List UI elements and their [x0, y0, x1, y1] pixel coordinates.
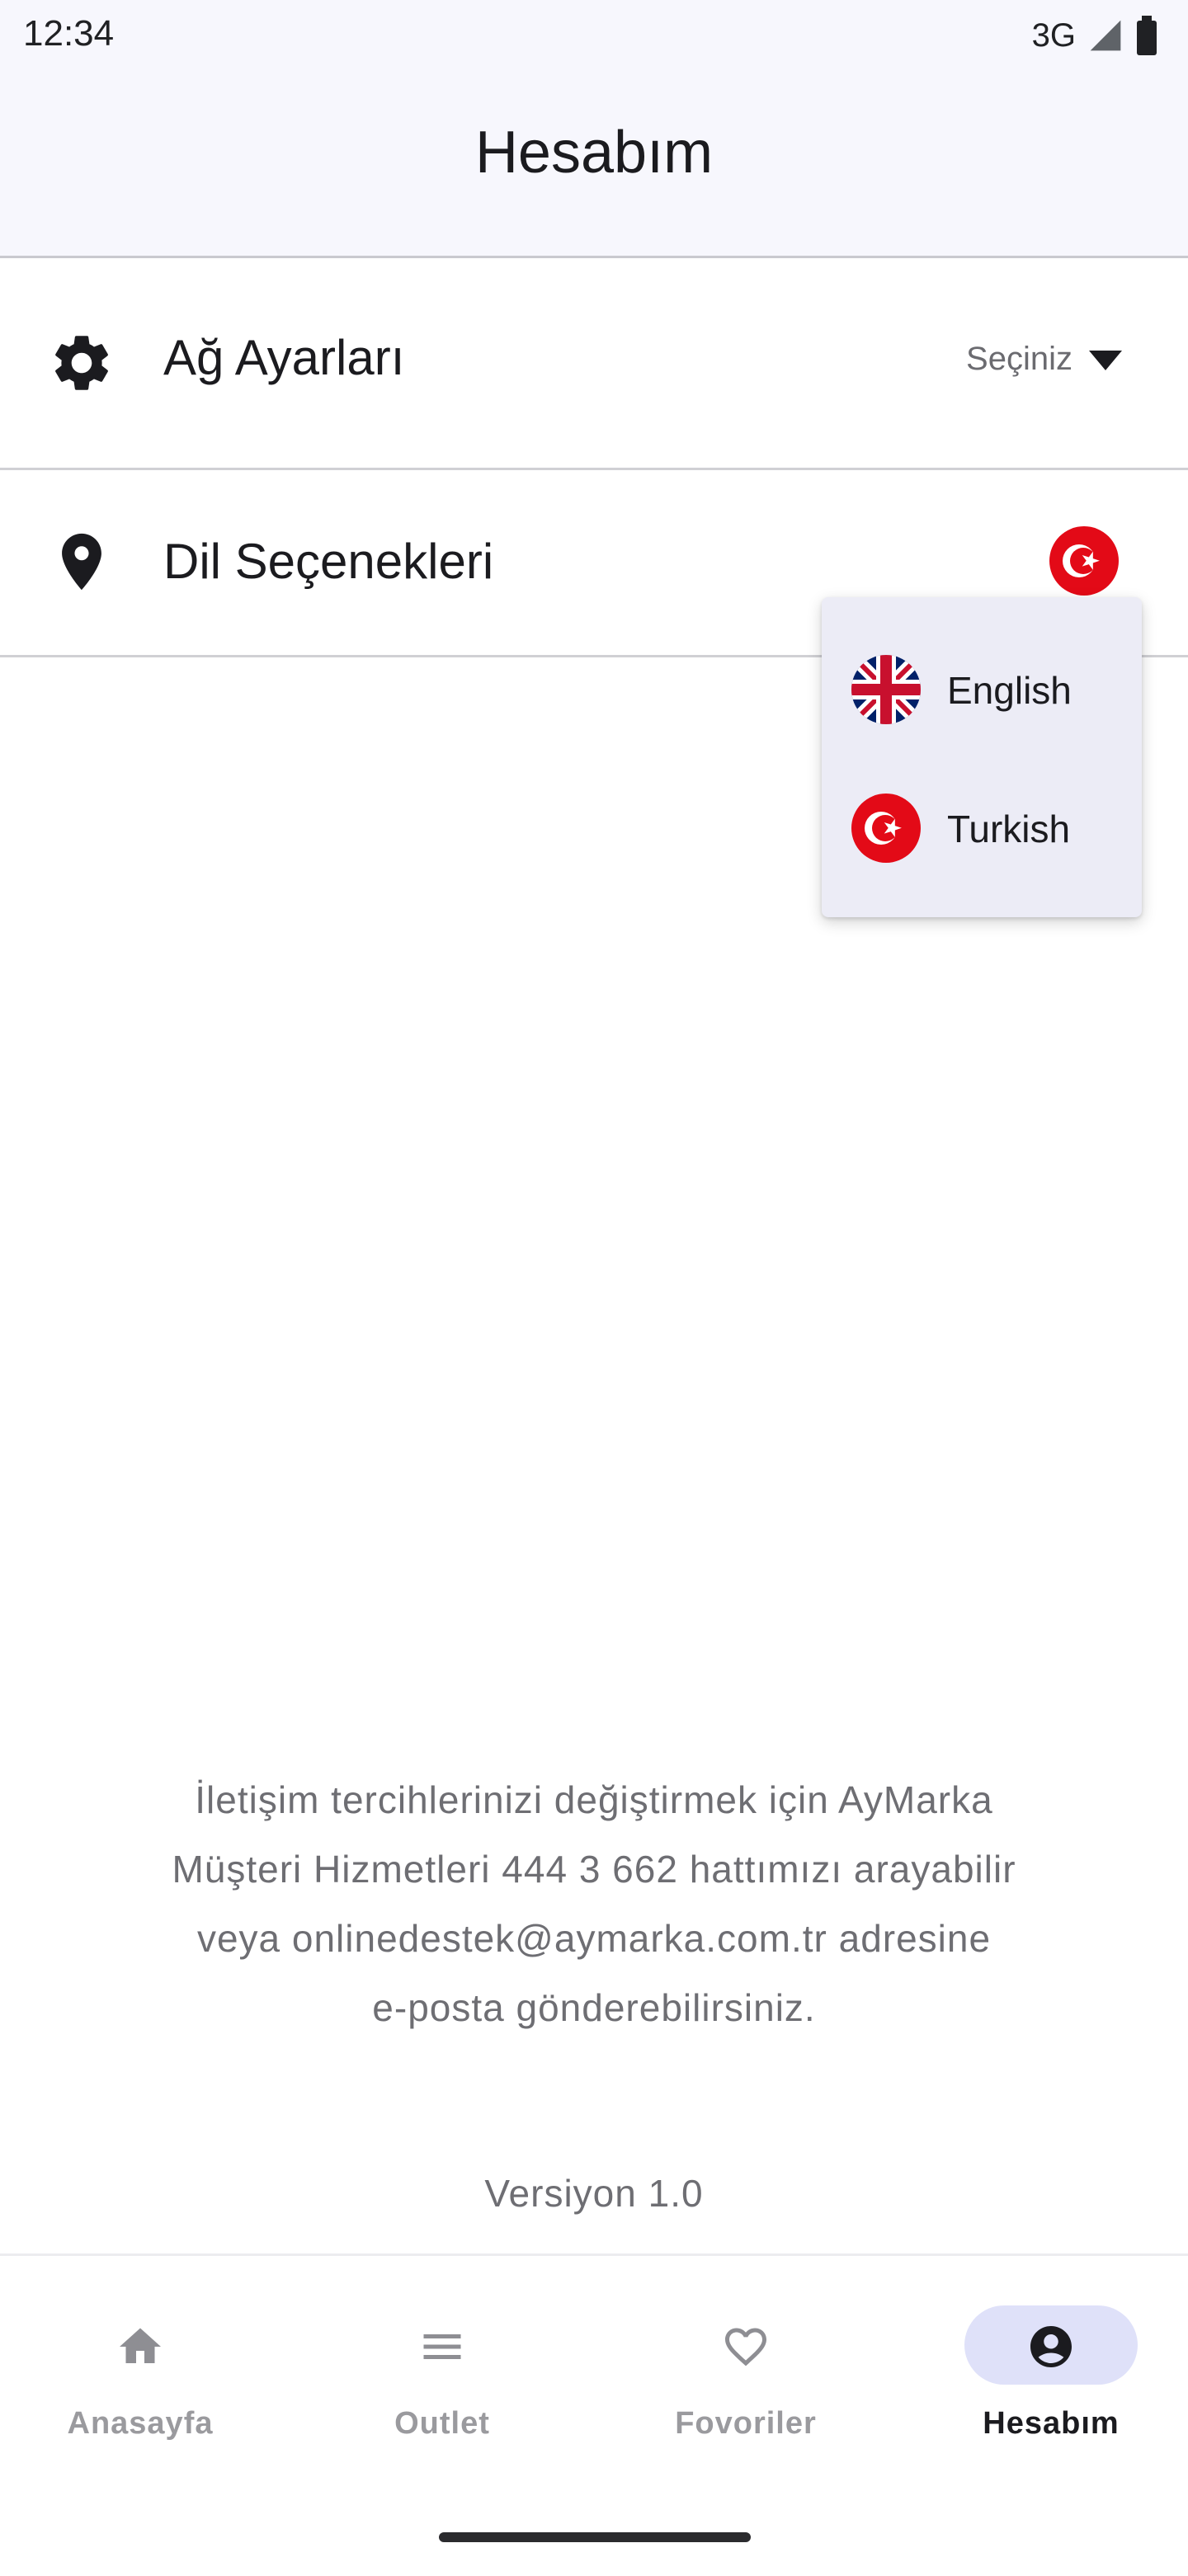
battery-icon: [1137, 16, 1157, 55]
contact-info-text: İletişim tercihlerinizi değiştirmek için…: [99, 1765, 1089, 2042]
network-type: 3G: [1031, 16, 1076, 54]
nav-label: Fovoriler: [675, 2406, 817, 2441]
language-options-label: Dil Seçenekleri: [163, 534, 494, 589]
home-icon: [120, 2328, 161, 2363]
info-line: veya onlinedestek@aymarka.com.tr adresin…: [196, 1917, 992, 1960]
signal-icon: [1090, 20, 1121, 51]
network-select-value[interactable]: Seçiniz: [966, 341, 1072, 378]
uk-flag-icon: [851, 655, 921, 724]
bottom-navigation: Anasayfa Outlet Fovoriler Hesabım: [0, 2253, 1188, 2576]
nav-item-account[interactable]: Hesabım: [927, 2305, 1175, 2454]
menu-icon: [423, 2334, 461, 2359]
app-bar: Hesabım: [0, 69, 1188, 258]
language-option-turkish[interactable]: Turkish: [822, 765, 1142, 889]
gear-icon: [55, 336, 108, 390]
turkey-flag-icon[interactable]: [1049, 526, 1119, 596]
status-bar: 12:34 3G: [0, 0, 1188, 69]
turkey-flag-icon: [851, 794, 921, 863]
nav-label: Hesabım: [983, 2406, 1120, 2441]
info-line: Müşteri Hizmetleri 444 3 662 hattımızı a…: [172, 1848, 1016, 1891]
nav-item-home[interactable]: Anasayfa: [16, 2305, 264, 2454]
heart-icon: [725, 2328, 766, 2366]
language-option-label: Turkish: [947, 808, 1071, 850]
version-label: Versiyon 1.0: [484, 2172, 704, 2215]
language-option-label: English: [947, 669, 1072, 712]
nav-item-favorites[interactable]: Fovoriler: [622, 2305, 870, 2454]
page-title: Hesabım: [474, 120, 714, 186]
language-option-english[interactable]: English: [822, 627, 1142, 751]
status-icons: 3G: [1032, 15, 1158, 56]
nav-label: Outlet: [394, 2406, 490, 2441]
nav-label: Anasayfa: [67, 2406, 214, 2441]
language-menu: English Turkish: [822, 597, 1142, 917]
network-settings-label: Ağ Ayarları: [163, 330, 405, 385]
caret-down-icon[interactable]: [1089, 351, 1122, 370]
account-icon: [1030, 2326, 1072, 2367]
nav-item-outlet[interactable]: Outlet: [318, 2305, 566, 2454]
info-line: e-posta gönderebilirsiniz.: [372, 1986, 816, 2029]
info-line: İletişim tercihlerinizi değiştirmek için…: [195, 1778, 993, 1821]
network-settings-row[interactable]: Ağ Ayarları Seçiniz: [0, 258, 1188, 470]
home-indicator[interactable]: [439, 2532, 751, 2542]
location-pin-icon: [62, 533, 101, 591]
status-time: 12:34: [23, 13, 115, 54]
